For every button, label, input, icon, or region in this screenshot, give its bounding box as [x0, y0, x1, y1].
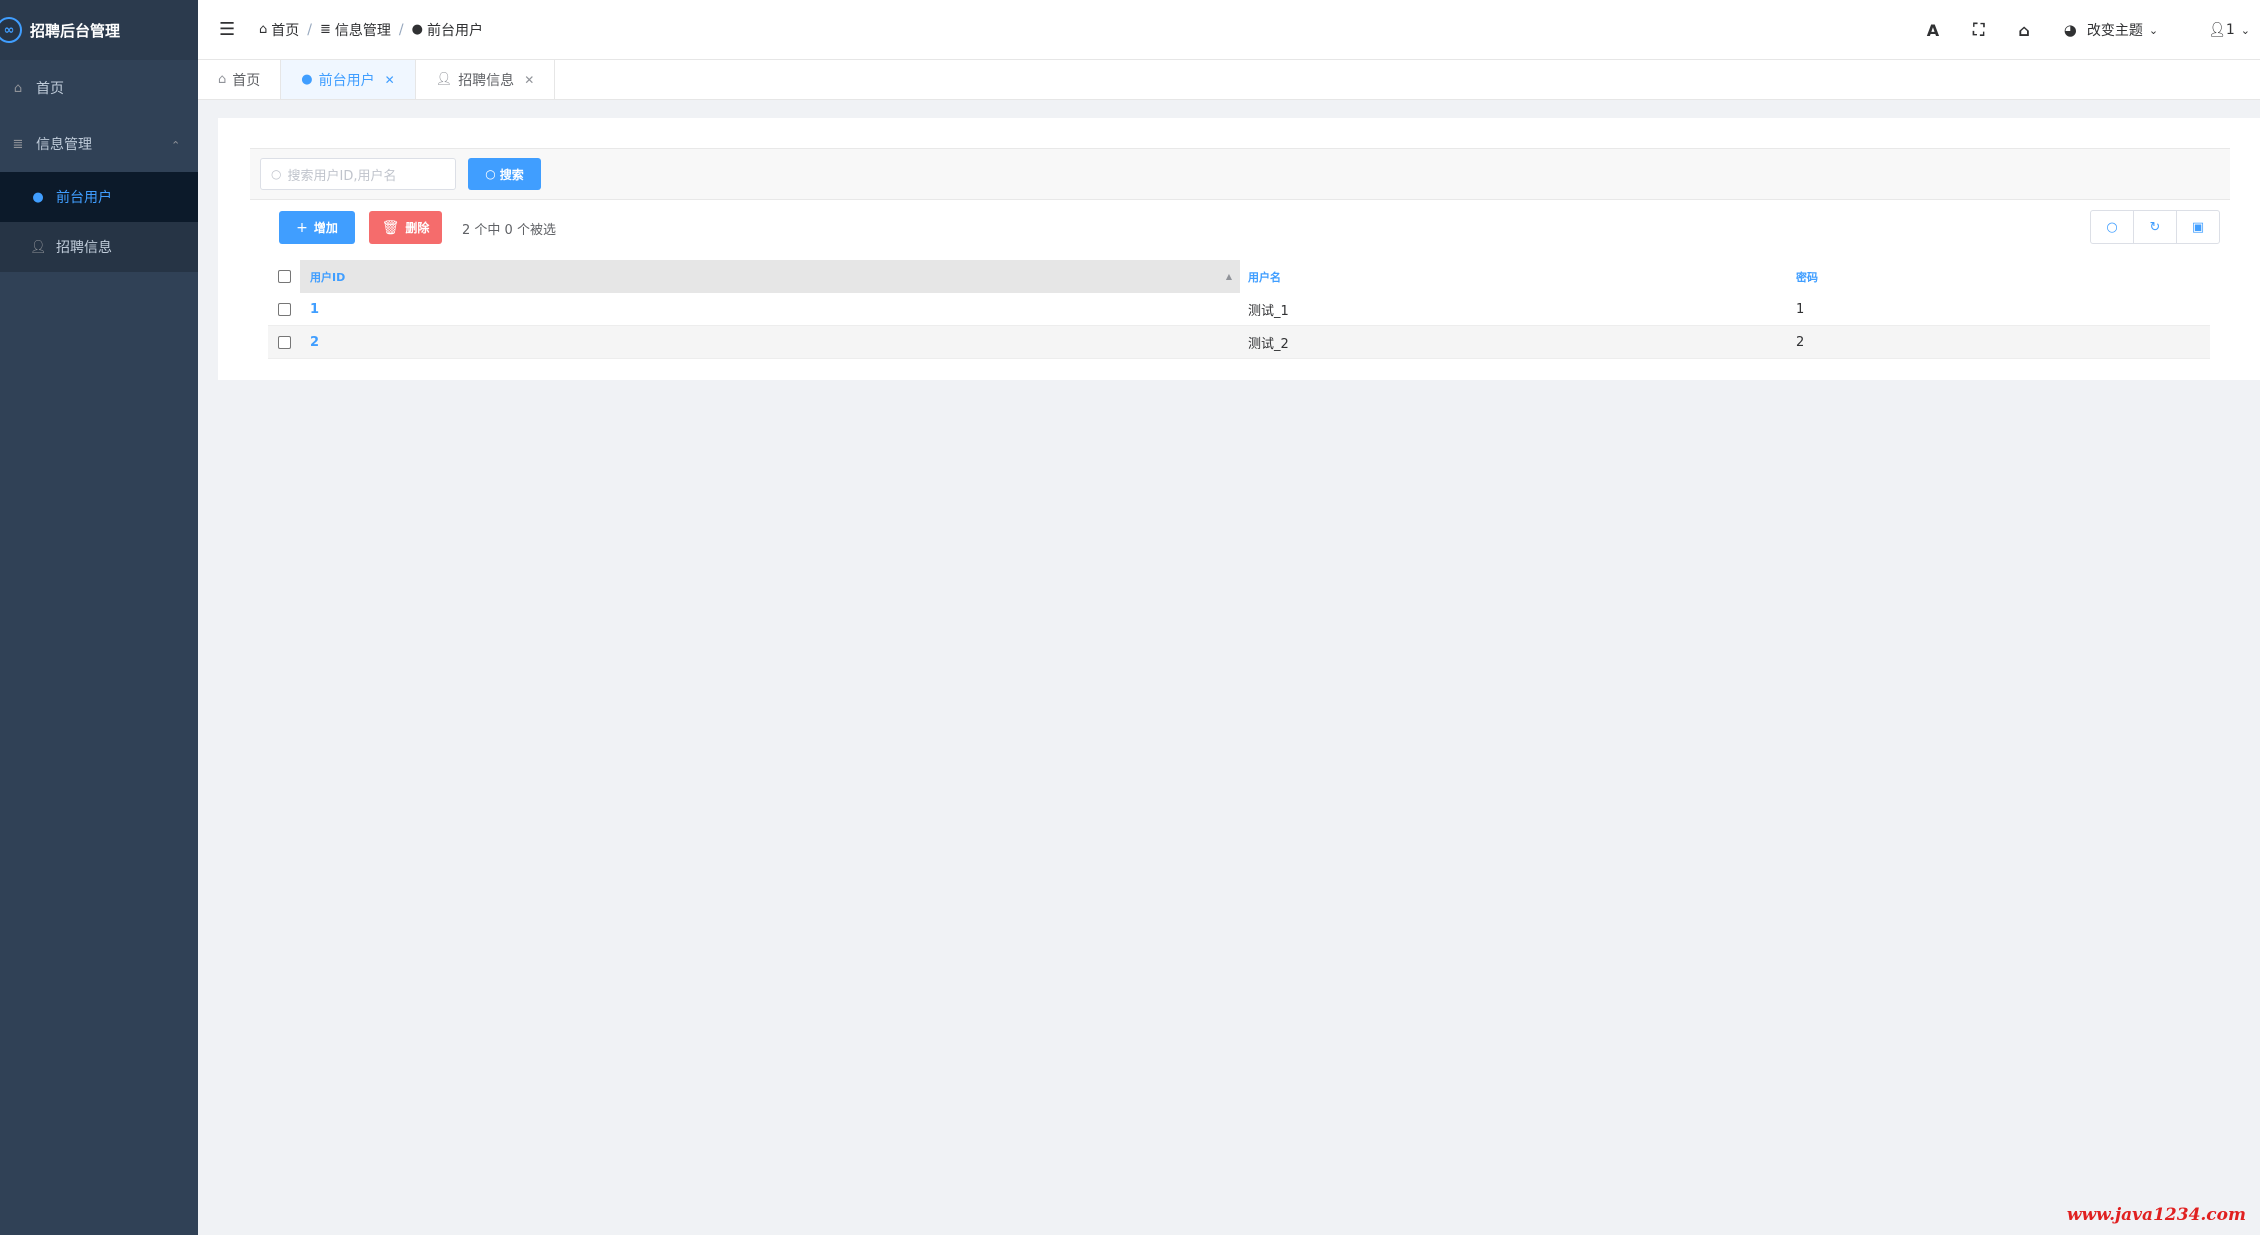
close-icon[interactable]: ✕: [385, 73, 395, 87]
sidebar-item-frontend-users[interactable]: ● 前台用户: [0, 172, 198, 222]
theme-label: 改变主题: [2086, 23, 2143, 39]
font-size-icon[interactable]: A: [1927, 21, 1939, 40]
column-header-password[interactable]: 密码: [1790, 260, 2210, 293]
delete-button[interactable]: 🗑︎ 删除: [369, 211, 442, 244]
search-button[interactable]: ○ 搜索: [468, 158, 541, 190]
tab-label: 招聘信息: [458, 72, 515, 89]
navbar: ☰ ⌂ 首页 / ≣ 信息管理 / ● 前台用户 A ⛶ ⌂ ◕ 改变主题 ⌄ …: [198, 0, 2260, 60]
close-icon[interactable]: ✕: [524, 73, 534, 87]
chevron-up-icon: ⌄: [170, 137, 180, 151]
sidebar-item-home[interactable]: ⌂ 首页: [0, 60, 198, 116]
logo-icon: ∞: [0, 17, 22, 43]
plus-icon: +: [296, 219, 308, 236]
sidebar-item-label: 招聘信息: [56, 240, 112, 256]
column-header-label: 用户ID: [310, 270, 346, 284]
app-title: 招聘后台管理: [30, 21, 121, 40]
search-button-label: 搜索: [499, 167, 524, 182]
password-cell: 2: [1796, 334, 1805, 350]
trash-icon: 🗑︎: [381, 219, 400, 236]
tags-view: ⌂ 首页 ● 前台用户 ✕ 👤︎ 招聘信息 ✕: [198, 60, 2260, 100]
selection-info: 2 个中 0 个被选: [462, 223, 556, 238]
row-select-cell: [268, 293, 300, 325]
refresh-icon[interactable]: ↻: [2134, 211, 2177, 243]
breadcrumb-label: 信息管理: [334, 22, 391, 39]
tab-home[interactable]: ⌂ 首页: [198, 60, 282, 99]
home-icon: ⌂: [13, 80, 23, 96]
tab-frontend-users[interactable]: ● 前台用户 ✕: [281, 60, 416, 99]
chevron-down-icon: ⌄: [2240, 23, 2250, 37]
table-row[interactable]: 2 测试_2 2: [268, 326, 2210, 359]
database-icon: ≣: [12, 136, 24, 152]
breadcrumb-label: 首页: [271, 22, 300, 39]
column-header-user-id[interactable]: 用户ID ▲: [300, 260, 1240, 293]
user-id-cell[interactable]: 1: [300, 293, 1240, 325]
breadcrumb: ⌂ 首页 / ≣ 信息管理 / ● 前台用户: [259, 20, 483, 40]
sidebar-item-label: 首页: [36, 81, 64, 97]
username-cell: 测试_2: [1248, 336, 1289, 352]
user-icon: 👤︎: [2208, 22, 2226, 38]
navbar-right: A ⛶ ⌂ ◕ 改变主题 ⌄ 👤︎ 1 ⌄: [1927, 0, 2260, 60]
select-all-cell: [268, 260, 300, 293]
sidebar-item-info-management[interactable]: ≣ 信息管理 ⌄: [0, 116, 198, 172]
column-header-label: 用户名: [1248, 270, 1281, 284]
sidebar-item-recruitment[interactable]: 👤︎ 招聘信息: [0, 222, 198, 272]
row-checkbox[interactable]: [277, 335, 291, 349]
palette-icon: ◕: [2063, 21, 2077, 39]
apple-icon: ●: [32, 189, 44, 205]
select-all-checkbox[interactable]: [277, 270, 291, 283]
breadcrumb-separator: /: [398, 21, 404, 38]
search-input[interactable]: ○ 搜索用户ID,用户名: [260, 158, 456, 190]
breadcrumb-item-current: ● 前台用户: [412, 20, 483, 40]
table-tools: ○ ↻ ▣: [2090, 210, 2220, 244]
breadcrumb-label: 前台用户: [426, 22, 483, 39]
tab-recruitment[interactable]: 👤︎ 招聘信息 ✕: [416, 60, 556, 99]
search-icon: ○: [485, 167, 496, 181]
chevron-down-icon: ⌄: [2148, 23, 2159, 37]
add-button[interactable]: + 增加: [279, 211, 355, 244]
content-card: ○ 搜索用户ID,用户名 ○ 搜索 + 增加 🗑︎ 删除 2 个中 0 个被选 …: [218, 118, 2260, 380]
database-icon: ≣: [319, 22, 331, 37]
apple-icon: ●: [301, 72, 313, 87]
watermark: www.java1234.com: [2066, 1205, 2246, 1225]
breadcrumb-item-home[interactable]: ⌂ 首页: [259, 20, 299, 40]
sidebar: ∞ 招聘后台管理 ⌂ 首页 ≣ 信息管理 ⌄ ● 前台用户 👤︎ 招聘信息: [0, 0, 198, 1235]
table-row[interactable]: 1 测试_1 1: [268, 293, 2210, 326]
sidebar-item-label: 信息管理: [36, 137, 92, 153]
breadcrumb-item-info[interactable]: ≣ 信息管理: [320, 20, 391, 40]
hamburger-icon[interactable]: ☰: [219, 19, 237, 40]
sort-icon[interactable]: ▲: [1226, 272, 1232, 281]
user-dropdown[interactable]: 👤︎ 1 ⌄: [2208, 22, 2250, 38]
home-icon: ⌂: [218, 72, 227, 87]
breadcrumb-separator: /: [307, 21, 312, 38]
search-icon: ○: [271, 167, 282, 181]
username-cell: 测试_1: [1248, 303, 1289, 319]
user-icon: 👤︎: [435, 72, 453, 87]
app-logo[interactable]: ∞ 招聘后台管理: [0, 0, 198, 60]
submenu: ● 前台用户 👤︎ 招聘信息: [0, 172, 198, 272]
user-id-cell[interactable]: 2: [300, 326, 1240, 358]
add-button-label: 增加: [313, 221, 338, 235]
column-header-username[interactable]: 用户名: [1240, 260, 1790, 293]
delete-button-label: 删除: [405, 221, 430, 235]
home-icon[interactable]: ⌂: [2018, 21, 2029, 40]
row-select-cell: [268, 326, 300, 358]
tab-label: 首页: [232, 72, 261, 89]
home-icon: ⌂: [259, 22, 268, 37]
theme-dropdown[interactable]: ◕ 改变主题 ⌄: [2064, 20, 2158, 40]
users-table: 用户ID ▲ 用户名 密码 1 测试_1 1 2 测试_2 2: [268, 260, 2210, 359]
user-label: 1: [2225, 22, 2235, 38]
fullscreen-icon[interactable]: ⛶: [1973, 20, 1984, 40]
columns-icon[interactable]: ▣: [2177, 211, 2219, 243]
table-header: 用户ID ▲ 用户名 密码: [268, 260, 2210, 293]
password-cell: 1: [1796, 301, 1805, 317]
sidebar-item-label: 前台用户: [56, 190, 112, 206]
user-icon: 👤︎: [30, 239, 47, 255]
search-toggle-icon[interactable]: ○: [2091, 211, 2134, 243]
row-checkbox[interactable]: [277, 302, 291, 316]
tab-label: 前台用户: [318, 72, 375, 89]
search-placeholder: 搜索用户ID,用户名: [287, 168, 397, 184]
apple-icon: ●: [411, 22, 423, 37]
column-header-label: 密码: [1796, 270, 1818, 284]
search-bar: ○ 搜索用户ID,用户名 ○ 搜索: [250, 148, 2230, 200]
